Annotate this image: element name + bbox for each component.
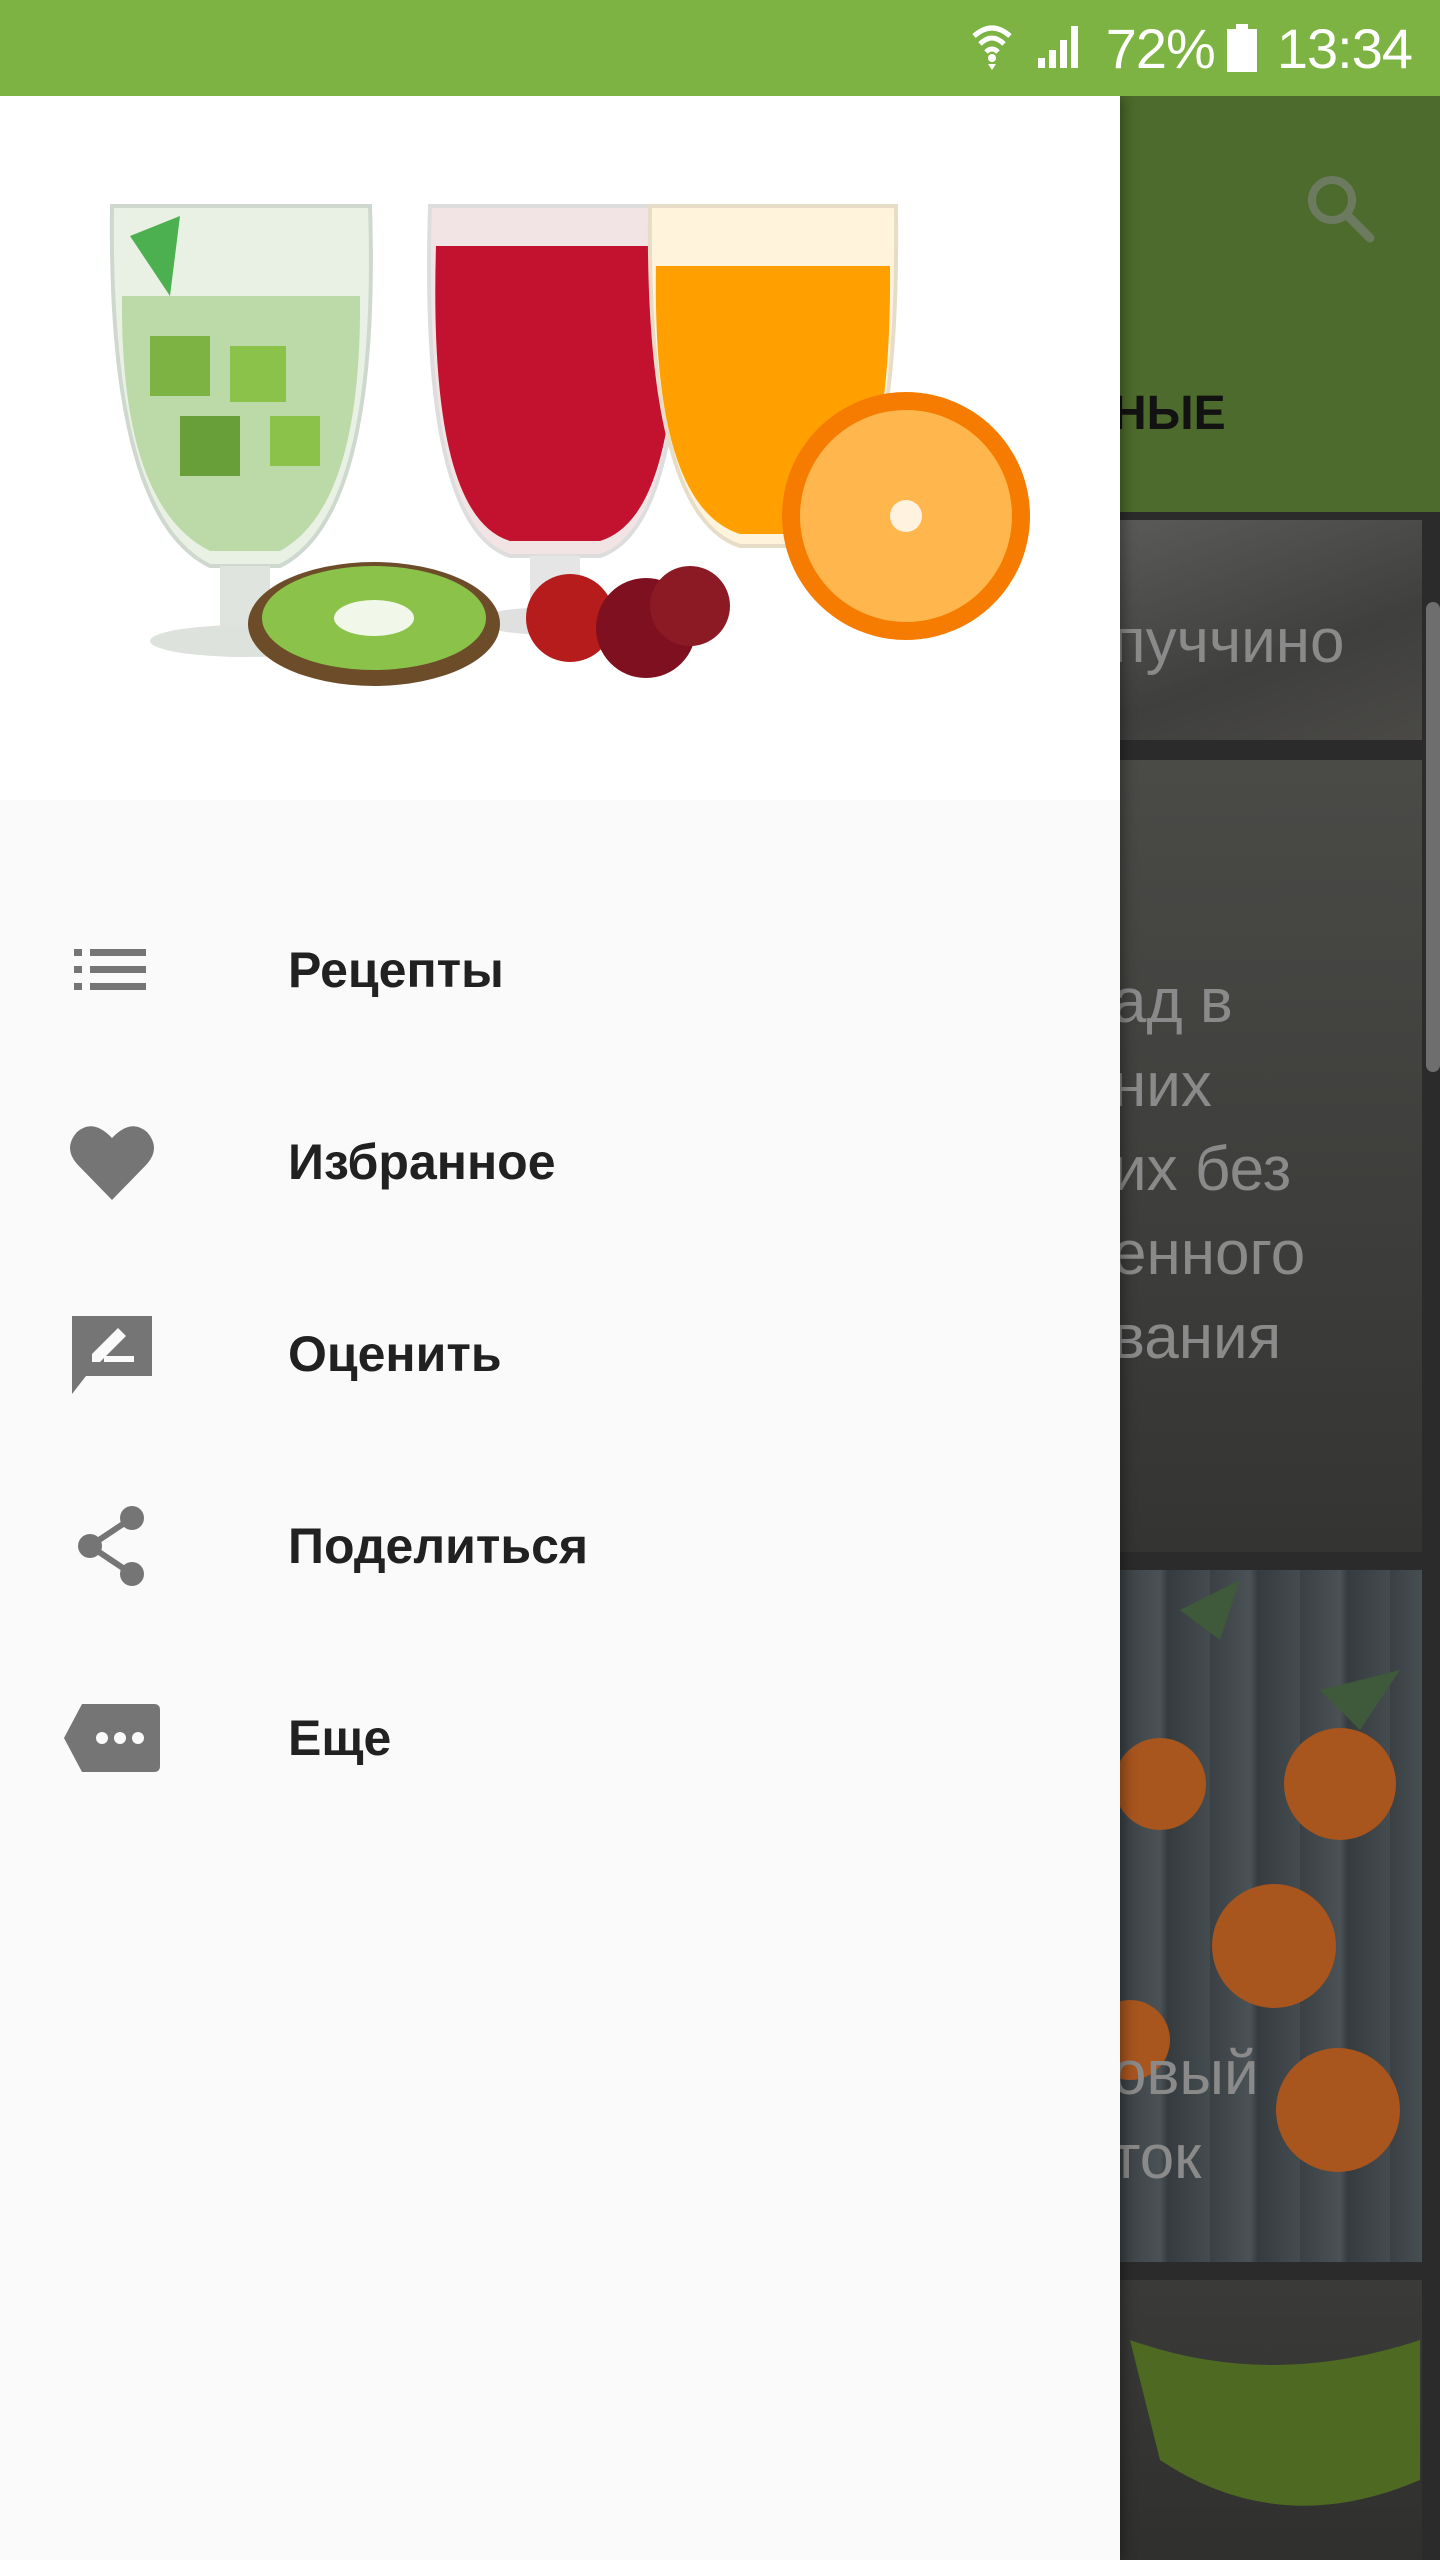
menu-item-favorites[interactable]: Избранное	[0, 1066, 1120, 1258]
menu-item-label: Избранное	[288, 1134, 556, 1190]
recipe-card[interactable]: овый ток	[1120, 1570, 1422, 2262]
drawer-menu: Рецепты Избранное Оценить Поделиться Еще	[0, 874, 1120, 1834]
card-title-line: ад в	[1120, 967, 1233, 1036]
menu-item-recipes[interactable]: Рецепты	[0, 874, 1120, 1066]
battery-icon	[1226, 24, 1257, 72]
card-title-line: их без	[1120, 1135, 1292, 1204]
battery-percent: 72%	[1105, 16, 1216, 80]
recipe-card[interactable]	[1120, 2280, 1422, 2560]
green-drink-image	[1130, 2340, 1420, 2506]
navigation-drawer: Рецепты Избранное Оценить Поделиться Еще	[0, 96, 1120, 2560]
status-bar: 72% 13:34	[0, 0, 1440, 96]
app-toolbar: НЫЕ	[1120, 96, 1440, 512]
recipe-card[interactable]: ад в них их без енного вания	[1120, 760, 1422, 1552]
card-title-line: пуччино	[1120, 607, 1345, 676]
card-title-line: енного	[1120, 1219, 1306, 1288]
scrollbar[interactable]	[1426, 602, 1440, 1072]
recipe-card[interactable]: пуччино	[1120, 520, 1422, 740]
drawer-header	[0, 96, 1120, 800]
more-icon	[62, 1688, 162, 1788]
search-button[interactable]	[1298, 166, 1382, 250]
menu-item-more[interactable]: Еще	[0, 1642, 1120, 1834]
signal-icon	[1036, 22, 1084, 75]
card-title-line: вания	[1120, 1303, 1282, 1372]
card-title-line: них	[1120, 1051, 1212, 1120]
menu-item-share[interactable]: Поделиться	[0, 1450, 1120, 1642]
share-icon	[62, 1496, 162, 1596]
tab-partial[interactable]: НЫЕ	[1120, 386, 1226, 441]
menu-item-label: Еще	[288, 1710, 392, 1766]
clock: 13:34	[1276, 16, 1413, 80]
list-icon	[62, 920, 162, 1020]
rate-icon	[62, 1304, 162, 1404]
card-title-line: овый	[1120, 2039, 1259, 2108]
menu-item-rate[interactable]: Оценить	[0, 1258, 1120, 1450]
search-icon	[1308, 176, 1375, 243]
wifi-icon	[970, 20, 1014, 77]
background-app: НЫЕ пуччино ад в них их без енного вания…	[1120, 96, 1440, 2560]
heart-icon	[62, 1112, 162, 1212]
menu-item-label: Поделиться	[288, 1518, 589, 1574]
card-title-line: ток	[1120, 2123, 1202, 2192]
juice-glasses-image	[109, 204, 1030, 686]
menu-item-label: Оценить	[288, 1326, 502, 1382]
menu-item-label: Рецепты	[288, 942, 504, 998]
